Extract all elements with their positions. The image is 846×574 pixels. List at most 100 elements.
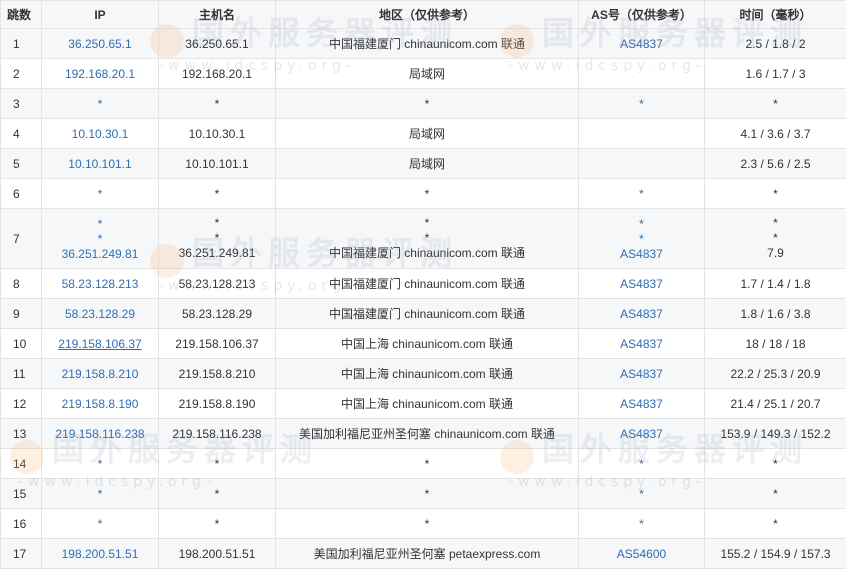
ip-link[interactable]: 10.10.30.1 [72,127,129,141]
cell-ip: 219.158.106.37 [41,328,159,359]
cell-as: * [578,178,705,209]
cell-ip: 219.158.8.210 [41,358,159,389]
cell-hop-text: 10 [13,336,27,351]
ip-link[interactable]: 219.158.8.190 [62,397,139,411]
cell-hostname-text: * [214,231,220,245]
cell-hop-text: 11 [13,366,26,381]
table-row: 8 58.23.128.213 58.23.128.213 中国福建厦门 chinau… [0,268,846,299]
table-row: 15 * * * * * [0,478,846,509]
cell-time-text: 153.9 / 149.3 / 152.2 [720,426,831,441]
ip-link[interactable]: 192.168.20.1 [65,67,135,81]
cell-hostname-text: 219.158.8.210 [178,366,256,381]
cell-hostname-text: 219.158.106.37 [175,336,259,351]
cell-ip-text: * [97,96,103,111]
cell-ip-text: * [97,216,103,231]
cell-hop: 9 [0,298,42,329]
table-row: 4 10.10.30.1 10.10.30.1 局域网 4.1 / 3.6 / 3.7 [0,118,846,149]
cell-time-text: 1.6 / 1.7 / 3 [745,66,806,81]
cell-as: AS4837 [578,388,705,419]
table-row: 12 219.158.8.190 219.158.8.190 中国上海 chinaun… [0,388,846,419]
cell-location-text: 中国福建厦门 chinaunicom.com 联通 [328,246,526,260]
as-link[interactable]: AS54600 [617,547,666,561]
cell-as: AS4837 [578,328,705,359]
as-link[interactable]: AS4837 [620,367,663,381]
cell-location: 中国上海 chinaunicom.com 联通 [275,388,579,419]
table-row: 14 * * * * * [0,448,846,479]
table-header-row: 跳数 IP 主机名 地区（仅供参考） AS号（仅供参考） 时间（毫秒） [0,0,846,29]
cell-location-text: * [424,516,430,531]
ip-link[interactable]: 58.23.128.213 [62,277,139,291]
as-link[interactable]: AS4837 [620,277,663,291]
cell-hostname: * [158,178,276,209]
cell-hop: 5 [0,148,42,179]
cell-location-text: 局域网 [408,156,445,171]
as-link[interactable]: AS4837 [620,307,663,321]
cell-time: 4.1 / 3.6 / 3.7 [704,118,846,149]
cell-location: * [275,178,579,209]
cell-time: 18 / 18 / 18 [704,328,846,359]
table-row: 11 219.158.8.210 219.158.8.210 中国上海 chinaun… [0,358,846,389]
cell-hop-text: 12 [13,396,27,411]
as-link[interactable]: AS4837 [620,247,663,261]
cell-as: * [578,508,705,539]
ip-link[interactable]: 198.200.51.51 [62,547,139,561]
cell-hostname: * [158,478,276,509]
cell-location-text: * [424,231,430,245]
cell-time-text: 2.5 / 1.8 / 2 [745,36,806,51]
cell-ip: * [41,178,159,209]
cell-hostname-text: * [214,96,220,111]
table-row: 2 192.168.20.1 192.168.20.1 局域网 1.6 / 1.7 / … [0,58,846,89]
cell-time: * [704,178,846,209]
cell-location: 中国福建厦门 chinaunicom.com 联通 [275,28,579,59]
as-link[interactable]: AS4837 [620,427,663,441]
cell-location-text: 局域网 [408,126,445,141]
cell-ip-text: * [97,456,103,471]
cell-ip: 10.10.30.1 [41,118,159,149]
cell-hostname: 192.168.20.1 [158,58,276,89]
cell-time-text: 1.7 / 1.4 / 1.8 [740,276,811,291]
cell-location-text: 中国福建厦门 chinaunicom.com 联通 [328,36,526,51]
ip-link[interactable]: 36.251.249.81 [62,247,139,261]
cell-hostname: * [158,448,276,479]
table-row: 1 36.250.65.1 36.250.65.1 中国福建厦门 chinaunico… [0,28,846,59]
cell-hostname-text: * [214,516,220,531]
cell-hop: 11 [0,358,42,389]
cell-hop-text: 15 [13,486,27,501]
cell-ip-text: * [97,516,103,531]
cell-hostname-text: 58.23.128.29 [181,306,253,321]
cell-time: * [704,448,846,479]
cell-as-text: * [639,456,644,471]
as-link[interactable]: AS4837 [620,37,663,51]
cell-as [578,148,705,179]
cell-time: 22.2 / 25.3 / 20.9 [704,358,846,389]
cell-hostname-text: 58.23.128.213 [178,276,256,291]
cell-hop: 3 [0,88,42,119]
cell-ip: 36.250.65.1 [41,28,159,59]
cell-as-text: * [639,186,644,201]
as-link[interactable]: AS4837 [620,397,663,411]
table-row: 9 58.23.128.29 58.23.128.29 中国福建厦门 chinauni… [0,298,846,329]
ip-link[interactable]: 219.158.8.210 [62,367,139,381]
cell-hostname: 58.23.128.29 [158,298,276,329]
cell-location-text: * [424,186,430,201]
cell-as: AS4837 [578,298,705,329]
ip-link[interactable]: 36.250.65.1 [68,37,131,51]
cell-location: 中国福建厦门 chinaunicom.com 联通 [275,298,579,329]
ip-link[interactable]: 10.10.101.1 [68,157,131,171]
cell-time: 1.8 / 1.6 / 3.8 [704,298,846,329]
cell-hop-text: 14 [13,456,27,471]
cell-hostname-text: 198.200.51.51 [178,546,256,561]
cell-location-text: 中国上海 chinaunicom.com 联通 [340,366,514,381]
cell-hop-text: 5 [13,156,20,171]
as-link[interactable]: AS4837 [620,337,663,351]
cell-hop: 13 [0,418,42,449]
ip-link[interactable]: 219.158.116.238 [55,427,144,441]
cell-hop-text: 2 [13,66,20,81]
cell-hop-text: 4 [13,126,20,141]
cell-location: 中国上海 chinaunicom.com 联通 [275,358,579,389]
cell-hop-text: 3 [13,96,20,111]
ip-link[interactable]: 219.158.106.37 [58,337,141,351]
ip-link[interactable]: 58.23.128.29 [65,307,135,321]
cell-hostname-text: 36.251.249.81 [178,246,256,260]
col-header-ip: IP [41,0,159,29]
